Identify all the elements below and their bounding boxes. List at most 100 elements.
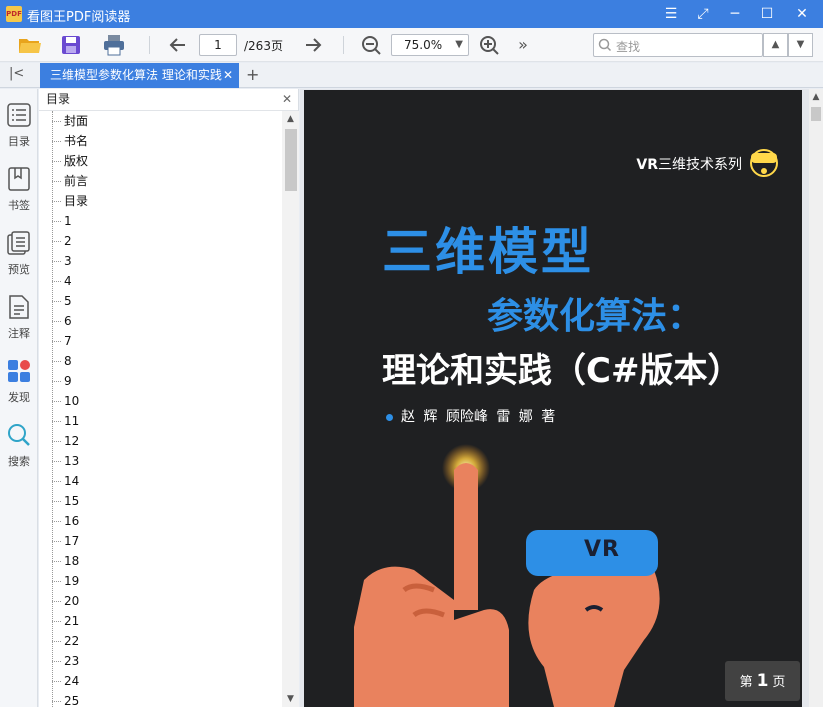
- rail-label-bookmark: 书签: [8, 199, 30, 212]
- cover-series-prefix: VR: [636, 157, 658, 173]
- page-indicator: 第1页: [725, 661, 800, 701]
- zoom-out-icon[interactable]: [358, 32, 384, 58]
- toc-list: 封面 书名 版权 前言 目录 1 2 3 4 5 6 7 8 9 10 11 12 13 14 15 16 17 18 19 2…: [39, 111, 282, 707]
- rail-note-button[interactable]: 注释: [0, 281, 38, 343]
- toc-item[interactable]: 22: [39, 631, 282, 651]
- toc-item[interactable]: 18: [39, 551, 282, 571]
- minimize-button[interactable]: ─: [719, 0, 751, 28]
- preview-icon: [7, 231, 30, 255]
- prev-page-icon[interactable]: [165, 32, 191, 58]
- toc-item[interactable]: 23: [39, 651, 282, 671]
- toc-item[interactable]: 14: [39, 471, 282, 491]
- toc-scroll-thumb[interactable]: [285, 129, 297, 191]
- toc-item[interactable]: 书名: [39, 131, 282, 151]
- rail-preview-button[interactable]: 预览: [0, 217, 38, 279]
- toc-item[interactable]: 12: [39, 431, 282, 451]
- toc-item[interactable]: 24: [39, 671, 282, 691]
- tab-document[interactable]: 三维模型参数化算法 理论和实践 ✕: [40, 63, 239, 88]
- toc-item[interactable]: 13: [39, 451, 282, 471]
- window-title: 看图王PDF阅读器: [27, 10, 131, 25]
- left-rail: 目录 书签 预览 注释 发现 搜索: [0, 89, 38, 707]
- pdf-page: VR三维技术系列 三维模型 参数化算法： 理论和实践（C#版本） 赵 辉 顾险峰…: [304, 90, 802, 707]
- toc-item[interactable]: 16: [39, 511, 282, 531]
- zoom-select[interactable]: 75.0% ▼: [391, 34, 469, 56]
- next-page-icon[interactable]: [300, 32, 326, 58]
- toc-item[interactable]: 目录: [39, 191, 282, 211]
- toc-item[interactable]: 封面: [39, 111, 282, 131]
- toc-panel: 目录 ✕ 封面 书名 版权 前言 目录 1 2 3 4 5 6 7 8 9 10 11 12 13 14 15 16 17…: [39, 89, 299, 707]
- search-input[interactable]: 查找: [593, 33, 763, 57]
- toc-item[interactable]: 17: [39, 531, 282, 551]
- toc-item[interactable]: 版权: [39, 151, 282, 171]
- search-prev-button[interactable]: ▲: [763, 33, 788, 57]
- toc-item[interactable]: 20: [39, 591, 282, 611]
- toc-item[interactable]: 15: [39, 491, 282, 511]
- search-placeholder: 查找: [616, 40, 641, 54]
- toc-close-icon[interactable]: ✕: [282, 89, 292, 110]
- close-button[interactable]: ✕: [786, 0, 818, 28]
- viewer-scroll-up-icon[interactable]: ▲: [809, 92, 823, 102]
- search-next-button[interactable]: ▼: [788, 33, 813, 57]
- document-viewer[interactable]: VR三维技术系列 三维模型 参数化算法： 理论和实践（C#版本） 赵 辉 顾险峰…: [300, 89, 823, 707]
- rail-bookmark-button[interactable]: 书签: [0, 153, 38, 215]
- toc-item[interactable]: 1: [39, 211, 282, 231]
- rail-label-preview: 预览: [8, 263, 30, 276]
- tab-close-icon[interactable]: ✕: [223, 63, 233, 88]
- rail-toc-button[interactable]: 目录: [0, 89, 38, 151]
- print-icon[interactable]: [101, 32, 127, 58]
- toc-scrollbar[interactable]: ▲ ▼: [282, 111, 299, 707]
- collapse-sidebar-icon[interactable]: |<: [9, 66, 24, 81]
- rail-label-search: 搜索: [8, 455, 30, 468]
- toc-item[interactable]: 6: [39, 311, 282, 331]
- cover-vr-text: VR: [584, 537, 620, 562]
- list-icon: [7, 103, 31, 127]
- toc-item[interactable]: 11: [39, 411, 282, 431]
- cover-series: VR三维技术系列: [636, 154, 742, 174]
- zoom-in-icon[interactable]: [476, 32, 502, 58]
- open-folder-icon[interactable]: [17, 32, 43, 58]
- vr-headset-icon: [750, 149, 778, 177]
- page-number-input[interactable]: 1: [199, 34, 237, 56]
- chevron-down-icon: ▼: [455, 39, 463, 50]
- toc-item[interactable]: 8: [39, 351, 282, 371]
- toc-item[interactable]: 前言: [39, 171, 282, 191]
- save-icon[interactable]: [58, 32, 84, 58]
- scroll-up-icon[interactable]: ▲: [282, 114, 299, 124]
- toc-title: 目录: [46, 92, 71, 106]
- more-icon[interactable]: »: [510, 32, 536, 58]
- viewer-scrollbar[interactable]: ▲: [809, 89, 823, 707]
- toc-item[interactable]: 7: [39, 331, 282, 351]
- menu-icon[interactable]: ☰: [655, 0, 687, 28]
- rail-discover-button[interactable]: 发现: [0, 345, 38, 407]
- search-icon: [598, 38, 612, 52]
- page-indicator-prefix: 第: [739, 675, 753, 690]
- viewer-scroll-thumb[interactable]: [811, 107, 821, 121]
- rail-label-toc: 目录: [8, 135, 30, 148]
- page-indicator-suffix: 页: [772, 675, 786, 690]
- scroll-down-icon[interactable]: ▼: [282, 694, 299, 704]
- tab-bar: |< 三维模型参数化算法 理论和实践 ✕ +: [0, 63, 823, 88]
- cover-title-line1: 三维模型: [382, 223, 594, 281]
- toc-item[interactable]: 5: [39, 291, 282, 311]
- search-icon: [8, 424, 30, 446]
- toc-item[interactable]: 10: [39, 391, 282, 411]
- discover-icon: [8, 360, 30, 382]
- new-tab-button[interactable]: +: [246, 65, 259, 84]
- maximize-button[interactable]: ☐: [751, 0, 783, 28]
- cover-authors-text: 赵 辉 顾险峰 雷 娜 著: [401, 409, 556, 425]
- tab-label: 三维模型参数化算法 理论和实践: [50, 68, 222, 82]
- rail-label-note: 注释: [8, 327, 30, 340]
- toc-item[interactable]: 25: [39, 691, 282, 707]
- toc-item[interactable]: 3: [39, 251, 282, 271]
- cover-title-line2: 参数化算法：: [487, 296, 704, 337]
- toc-item[interactable]: 9: [39, 371, 282, 391]
- cover-series-text: 三维技术系列: [658, 157, 742, 173]
- title-bar: PDF 看图王PDF阅读器 ☰ ⤢ ─ ☐ ✕: [0, 0, 823, 28]
- fullscreen-icon[interactable]: ⤢: [687, 0, 719, 28]
- app-logo: PDF: [6, 6, 22, 22]
- toc-item[interactable]: 4: [39, 271, 282, 291]
- toc-item[interactable]: 21: [39, 611, 282, 631]
- toc-item[interactable]: 2: [39, 231, 282, 251]
- toc-item[interactable]: 19: [39, 571, 282, 591]
- rail-search-button[interactable]: 搜索: [0, 409, 38, 471]
